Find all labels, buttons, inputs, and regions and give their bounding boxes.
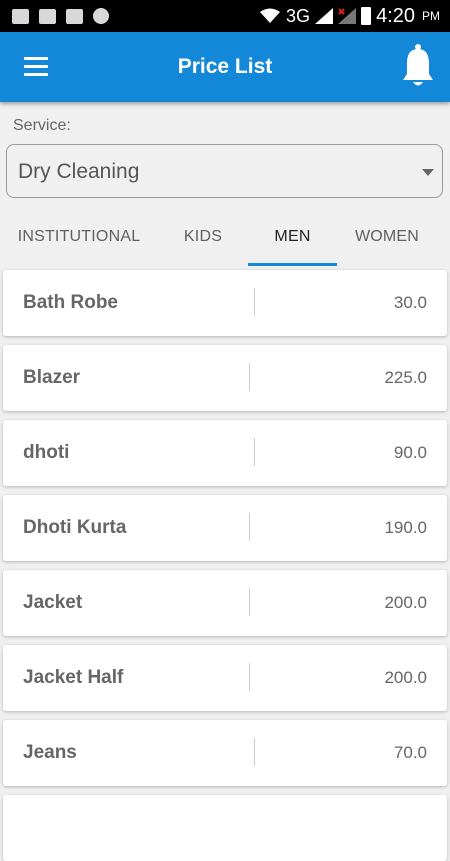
item-name: Jeans (23, 742, 77, 763)
item-name: Jacket Half (23, 667, 124, 688)
list-item[interactable]: Jeans 70.0 (3, 720, 447, 786)
clock-ampm: PM (422, 9, 440, 23)
signal-no-service-icon (338, 8, 357, 24)
item-price: 70.0 (393, 743, 427, 762)
gmail-notification-icon (66, 8, 83, 24)
clock-time: 4:20 (376, 4, 415, 27)
divider (254, 738, 255, 766)
divider (254, 288, 255, 316)
list-item[interactable]: Jacket Half 200.0 (3, 645, 447, 711)
tab-women[interactable]: WOMEN (337, 212, 437, 266)
item-name: dhoti (23, 442, 70, 463)
service-label: Service: (13, 117, 71, 134)
notification-icons (12, 8, 109, 24)
list-item[interactable]: Blazer 225.0 (3, 345, 447, 411)
menu-icon[interactable] (24, 56, 48, 78)
image-notification-icon (12, 8, 29, 24)
list-item[interactable]: dhoti 90.0 (3, 420, 447, 486)
category-tabs: INSTITUTIONAL KIDS MEN WOMEN (0, 212, 450, 266)
app-bar: Price List (0, 32, 450, 102)
battery-icon (361, 7, 372, 25)
tab-kids[interactable]: KIDS (158, 212, 248, 266)
service-selected-value: Dry Cleaning (18, 160, 140, 183)
chat-notification-icon (39, 8, 56, 24)
list-item[interactable]: Jacket 200.0 (3, 570, 447, 636)
service-dropdown[interactable]: Dry Cleaning (6, 144, 443, 198)
item-name: Dhoti Kurta (23, 517, 127, 538)
tab-men[interactable]: MEN (248, 212, 337, 266)
item-price: 90.0 (393, 443, 427, 462)
list-item-partial[interactable] (3, 795, 447, 861)
item-price: 30.0 (393, 293, 427, 312)
network-type: 3G (286, 5, 311, 26)
sync-notification-icon (93, 8, 109, 24)
status-bar: 3G 4:20 PM (0, 0, 450, 32)
divider (249, 588, 250, 616)
divider (254, 438, 255, 466)
divider (249, 513, 250, 541)
active-tab-indicator (248, 263, 337, 266)
page-title: Price List (177, 55, 273, 78)
system-icons: 3G 4:20 PM (259, 5, 440, 28)
bell-icon[interactable] (400, 42, 436, 92)
signal-icon (315, 8, 334, 24)
list-item[interactable]: Bath Robe 30.0 (3, 270, 447, 336)
tab-institutional[interactable]: INSTITUTIONAL (0, 212, 158, 266)
item-price: 200.0 (384, 668, 427, 687)
list-item[interactable]: Dhoti Kurta 190.0 (3, 495, 447, 561)
item-price: 225.0 (384, 368, 427, 387)
item-name: Jacket (23, 592, 83, 613)
dropdown-arrow-icon (422, 169, 434, 176)
divider (249, 363, 250, 391)
divider (249, 663, 250, 691)
item-price: 200.0 (384, 593, 427, 612)
item-name: Bath Robe (23, 292, 118, 313)
item-name: Blazer (23, 367, 81, 388)
item-price: 190.0 (384, 518, 427, 537)
wifi-icon (260, 8, 281, 23)
